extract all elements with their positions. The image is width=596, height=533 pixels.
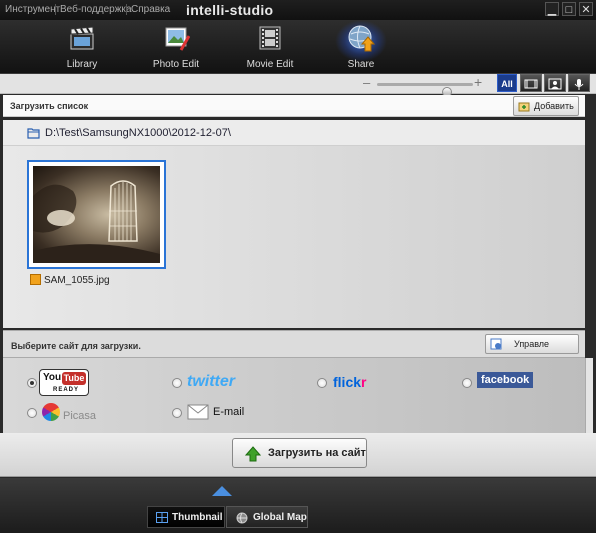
filter-movie-button[interactable] xyxy=(520,74,542,92)
intelli-studio-window: Инструмент Веб-поддержка Справка intelli… xyxy=(0,0,596,533)
add-folder-icon xyxy=(518,102,530,112)
globe-icon xyxy=(236,512,248,524)
upload-arrow-icon xyxy=(245,446,261,462)
facebook-radio[interactable] xyxy=(462,378,472,388)
email-label[interactable]: E-mail xyxy=(213,406,244,418)
manage-site-button[interactable]: Управле сайтом xyxy=(485,334,579,367)
upload-to-site-label: Загрузить на сайт xyxy=(268,447,366,459)
tab-thumbnail[interactable]: Thumbnail xyxy=(147,506,225,528)
tab-global-map[interactable]: Global Map xyxy=(226,506,308,528)
photo-thumbnail-image xyxy=(33,166,160,263)
person-filter-icon xyxy=(548,78,562,90)
site-selection-title: Выберите сайт для загрузки. xyxy=(11,341,141,351)
view-bar: – + All xyxy=(0,74,596,97)
app-title: intelli-studio xyxy=(186,2,274,18)
flickr-logo[interactable]: flickr xyxy=(333,374,366,390)
flickr-logo-blue: flick xyxy=(333,374,362,390)
twitter-radio[interactable] xyxy=(172,378,182,388)
folder-path-bar: D:\Test\SamsungNX1000\2012-12-07\ xyxy=(3,120,585,146)
youtube-ready-label: READY xyxy=(53,387,80,393)
menu-bar: Инструмент Веб-поддержка Справка intelli… xyxy=(0,0,596,20)
email-icon xyxy=(187,404,209,420)
youtube-logo-tube: Tube xyxy=(62,372,86,385)
site-list-scrollbar[interactable] xyxy=(585,358,593,433)
zoom-slider[interactable] xyxy=(377,83,473,97)
upload-to-site-button[interactable]: Загрузить на сайт xyxy=(232,438,367,468)
tab-movie-edit-label: Movie Edit xyxy=(246,59,294,70)
maximize-icon[interactable]: □ xyxy=(562,2,576,16)
picasa-label[interactable]: Picasa xyxy=(63,410,96,422)
folder-path: D:\Test\SamsungNX1000\2012-12-07\ xyxy=(45,127,231,139)
expand-panel-arrow-icon[interactable] xyxy=(212,486,232,496)
tab-library[interactable]: Library xyxy=(42,20,122,74)
tab-library-label: Library xyxy=(66,59,98,70)
tab-share-label: Share xyxy=(347,59,375,70)
upload-list-title: Загрузить список xyxy=(10,101,89,111)
film-icon xyxy=(259,26,281,50)
filter-person-button[interactable] xyxy=(544,74,566,92)
youtube-logo-you: You xyxy=(43,372,62,383)
menu-web-support[interactable]: Веб-поддержка xyxy=(60,4,132,15)
tab-movie-edit[interactable]: Movie Edit xyxy=(230,20,310,74)
tab-photo-edit-label: Photo Edit xyxy=(152,59,200,70)
movie-filter-icon xyxy=(524,79,538,89)
email-radio[interactable] xyxy=(172,408,182,418)
zoom-out-button[interactable]: – xyxy=(363,75,370,90)
flickr-logo-pink: r xyxy=(361,374,367,390)
menu-separator xyxy=(126,4,127,15)
twitter-logo[interactable]: twitter xyxy=(187,373,235,391)
photo-file-entry: SAM_1055.jpg xyxy=(30,274,110,286)
manage-site-icon xyxy=(490,338,502,350)
add-button[interactable]: Добавить xyxy=(513,96,579,116)
mic-filter-icon xyxy=(574,79,584,90)
picasa-radio[interactable] xyxy=(27,408,37,418)
folder-icon xyxy=(27,128,40,139)
youtube-radio[interactable] xyxy=(27,378,37,388)
globe-upload-icon xyxy=(348,25,375,52)
tab-share[interactable]: Share xyxy=(321,20,401,74)
photo-thumbnail[interactable] xyxy=(27,160,166,269)
add-button-label: Добавить xyxy=(534,101,574,111)
thumbnail-grid-icon xyxy=(156,512,168,523)
site-list: You Tube READY twitter flickr facebook P… xyxy=(3,358,585,433)
facebook-logo[interactable]: facebook xyxy=(477,372,534,388)
filter-all-button[interactable]: All xyxy=(497,74,517,92)
upload-list-header: Загрузить список Добавить xyxy=(3,95,585,117)
clapperboard-icon xyxy=(70,26,94,50)
picasa-icon xyxy=(42,403,60,421)
flickr-radio[interactable] xyxy=(317,378,327,388)
menu-instrument[interactable]: Инструмент xyxy=(5,4,60,15)
tab-global-map-label: Global Map xyxy=(253,512,307,523)
menu-separator xyxy=(55,4,56,15)
filter-mic-button[interactable] xyxy=(568,74,590,92)
menu-help[interactable]: Справка xyxy=(131,4,170,15)
minimize-icon[interactable]: ▁ xyxy=(545,2,559,16)
tab-thumbnail-label: Thumbnail xyxy=(172,512,223,523)
photo-file-name: SAM_1055.jpg xyxy=(44,275,110,286)
birdcage-photo xyxy=(33,180,160,263)
close-icon[interactable]: ✕ xyxy=(579,2,593,16)
zoom-in-button[interactable]: + xyxy=(474,74,482,90)
image-file-icon xyxy=(30,274,41,285)
mode-toolbar: Library Photo Edit Movie Edit Share xyxy=(0,20,596,74)
youtube-logo[interactable]: You Tube READY xyxy=(39,369,89,396)
tab-photo-edit[interactable]: Photo Edit xyxy=(136,20,216,74)
photo-edit-icon xyxy=(165,27,190,51)
site-selection-header: Выберите сайт для загрузки. Управле сайт… xyxy=(3,330,585,367)
